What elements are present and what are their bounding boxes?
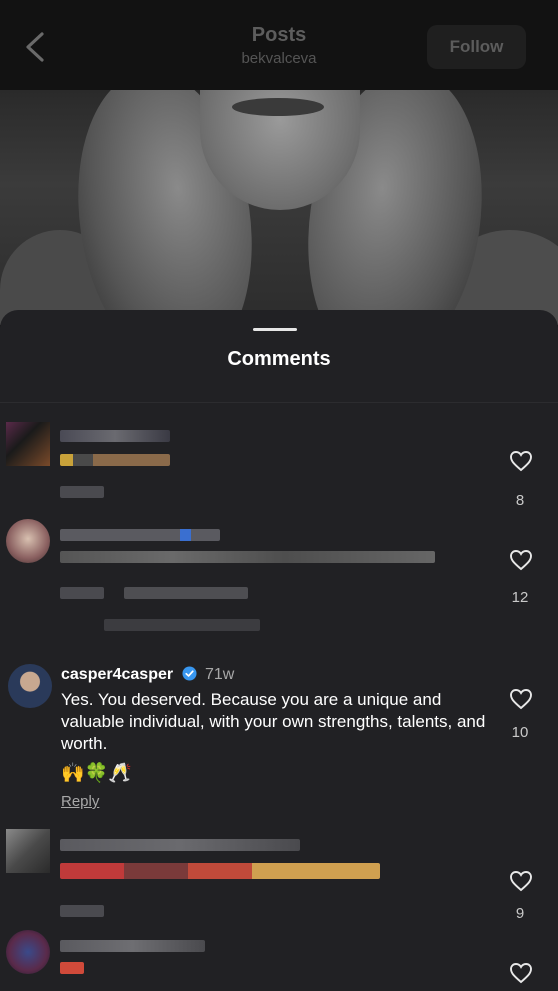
reply-button[interactable]: Reply: [61, 793, 491, 810]
avatar[interactable]: [6, 422, 50, 466]
redacted-replies-link[interactable]: [104, 619, 260, 631]
comment-text: Yes. You deserved. Because you are a uni…: [61, 690, 486, 753]
redacted-username: [60, 839, 300, 851]
redacted-meta: [60, 905, 104, 917]
redacted-text: [60, 551, 435, 563]
redacted-username: [60, 529, 220, 541]
redacted-username: [60, 940, 205, 952]
heart-outline-icon[interactable]: [509, 450, 533, 472]
comment-item: 9: [0, 825, 558, 925]
heart-outline-icon[interactable]: [509, 688, 533, 710]
comment-username[interactable]: casper4casper: [61, 666, 173, 683]
comments-sheet: Comments 8 12 casper4casper 71w Yes. You…: [0, 310, 558, 991]
comment-item: [0, 930, 558, 991]
redacted-meta: [124, 587, 248, 599]
comment-item: 12: [0, 515, 558, 645]
redacted-meta: [60, 587, 104, 599]
post-image: [0, 90, 558, 325]
redacted-text: [60, 863, 380, 879]
like-count: 8: [515, 492, 525, 509]
comment-emojis: 🙌🍀🥂: [61, 763, 132, 784]
redacted-text: [60, 454, 170, 466]
like-count: 9: [515, 905, 525, 922]
comment-time: 71w: [205, 666, 235, 683]
verified-badge-icon: [182, 666, 197, 681]
like-count: 10: [511, 724, 529, 741]
like-count: 12: [511, 589, 529, 606]
avatar[interactable]: [8, 664, 52, 708]
redacted-meta: [60, 486, 104, 498]
follow-button[interactable]: Follow: [427, 25, 526, 69]
comments-title: Comments: [227, 348, 331, 370]
top-bar: Posts bekvalceva Follow: [0, 0, 558, 90]
comment-header: casper4casper 71w: [61, 666, 234, 684]
divider: [0, 402, 558, 403]
comment-body: Yes. You deserved. Because you are a uni…: [61, 689, 491, 810]
comment-item: casper4casper 71w Yes. You deserved. Bec…: [0, 660, 558, 820]
sheet-drag-handle[interactable]: [253, 328, 297, 331]
heart-outline-icon[interactable]: [509, 962, 533, 984]
avatar[interactable]: [6, 930, 50, 974]
avatar[interactable]: [6, 519, 50, 563]
heart-outline-icon[interactable]: [509, 870, 533, 892]
comment-item: 8: [0, 418, 558, 509]
avatar[interactable]: [6, 829, 50, 873]
heart-outline-icon[interactable]: [509, 549, 533, 571]
redacted-username: [60, 430, 170, 442]
redacted-text: [60, 962, 84, 974]
photo-region: [232, 98, 324, 116]
